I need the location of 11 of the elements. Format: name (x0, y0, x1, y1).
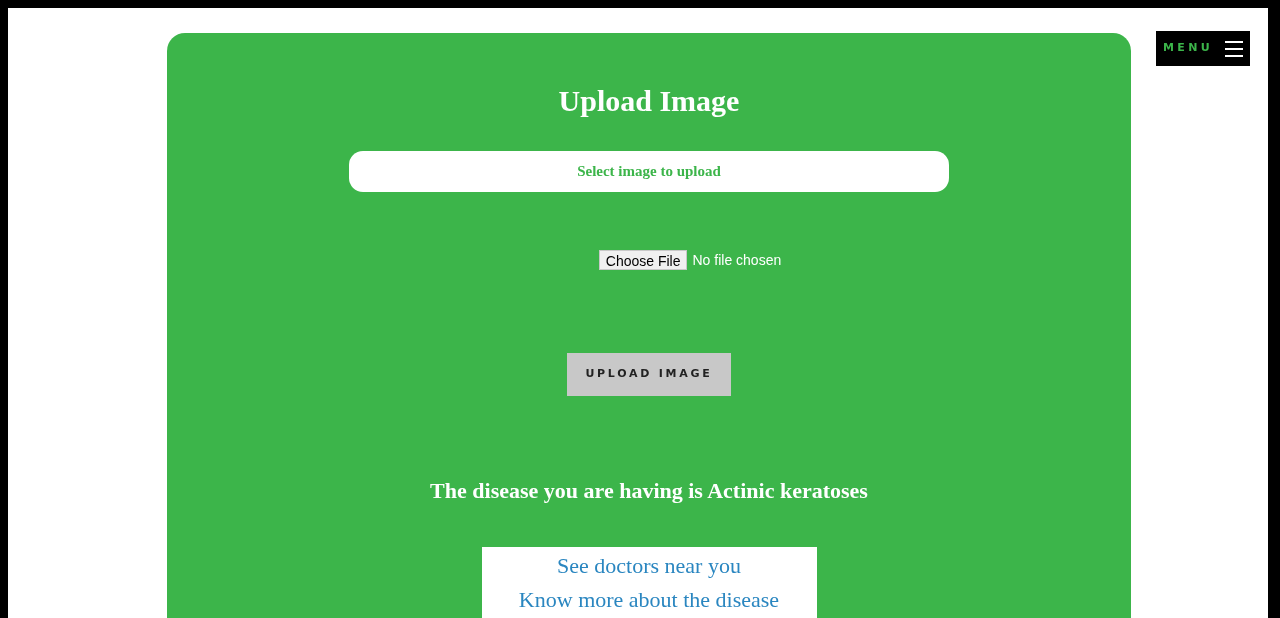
menu-button[interactable]: MENU (1156, 31, 1250, 66)
diagnosis-result: The disease you are having is Actinic keratoses (430, 477, 868, 506)
file-status: No file chosen (692, 250, 782, 270)
menu-icon (1224, 40, 1243, 57)
info-link[interactable]: See doctors near you (557, 549, 741, 584)
card-title: Upload Image (558, 83, 740, 119)
menu-label: MENU (1163, 40, 1213, 57)
choose-file-button[interactable]: Choose File (598, 250, 688, 271)
upload-image-button[interactable]: UPLOAD IMAGE (567, 352, 731, 397)
select-image-label: Select image to upload (577, 162, 721, 182)
info-link[interactable]: Know more about the disease (518, 583, 780, 618)
